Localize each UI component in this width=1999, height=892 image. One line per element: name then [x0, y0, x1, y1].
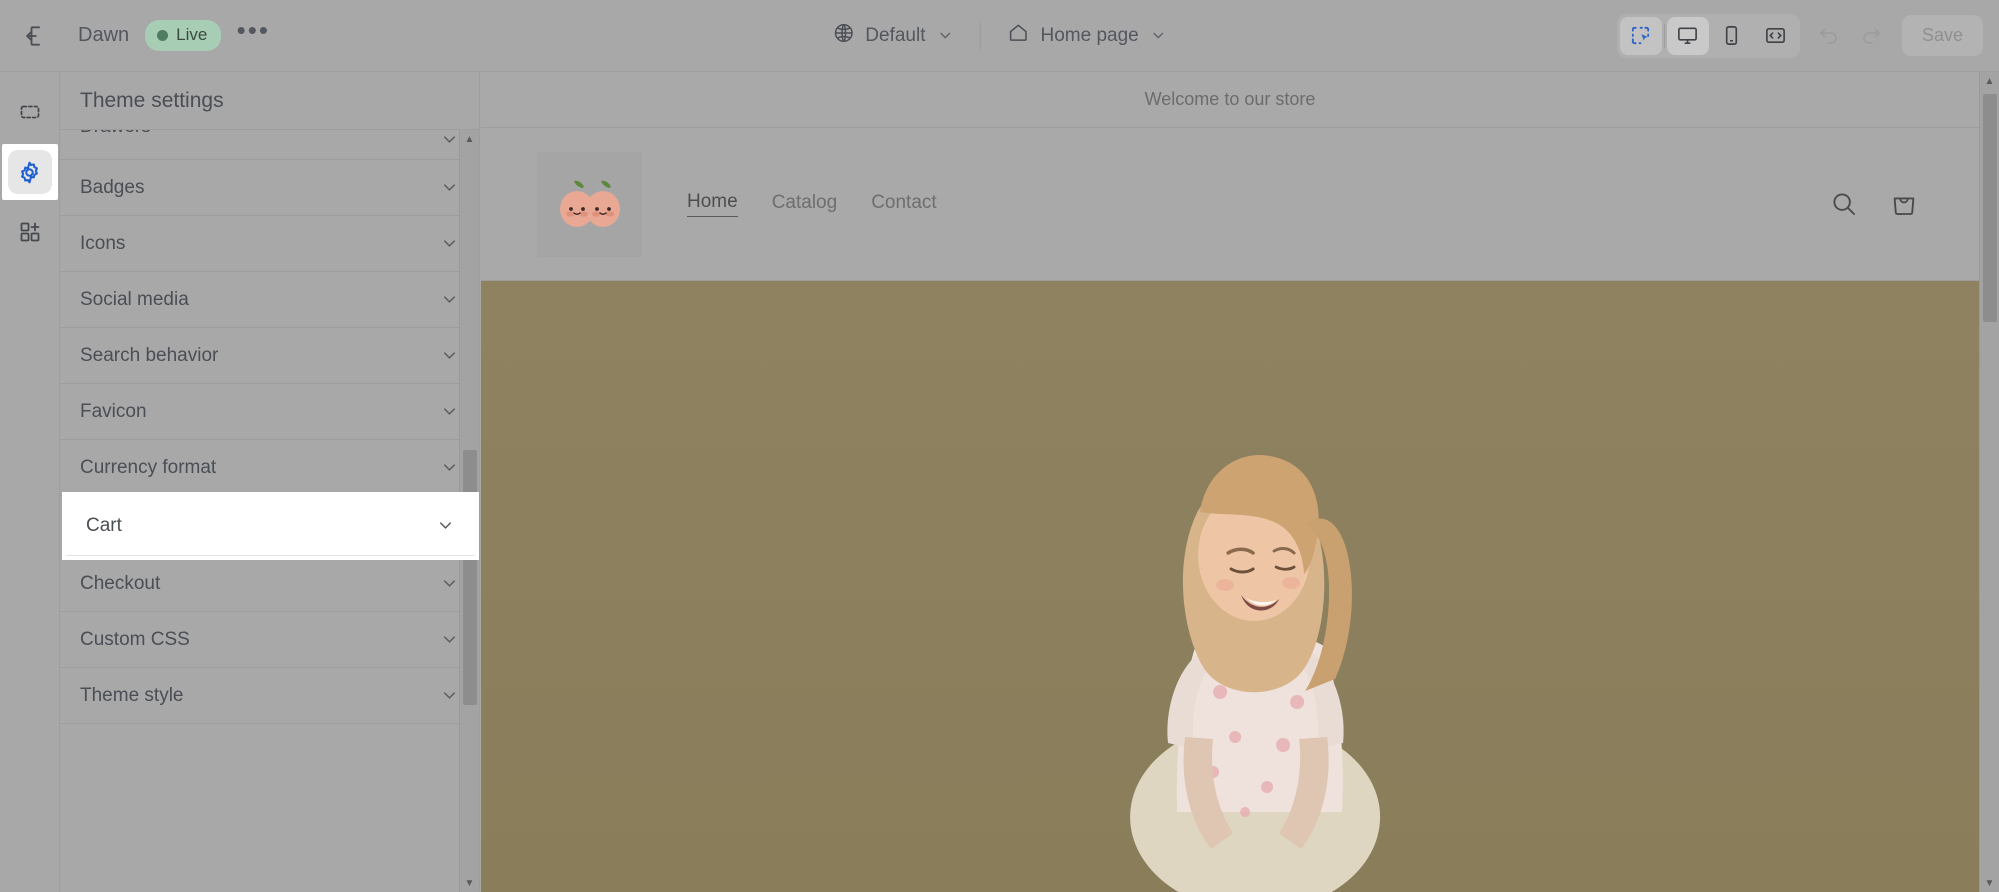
view-toggle-group: [1616, 13, 1800, 58]
setting-row[interactable]: Theme style: [60, 668, 479, 724]
search-icon[interactable]: [1829, 189, 1859, 219]
chevron-down-icon: [440, 130, 459, 149]
chevron-down-icon: [936, 27, 953, 44]
setting-row-label: Theme style: [80, 684, 184, 706]
nav-link-contact[interactable]: Contact: [871, 192, 936, 217]
gear-icon: [7, 150, 52, 194]
chevron-down-icon: [440, 346, 459, 365]
setting-row[interactable]: Social media: [60, 272, 479, 328]
status-badge-label: Live: [176, 25, 208, 44]
store-preview: Welcome to our store Home Catalog Contac…: [481, 72, 1979, 892]
header-icons: [1829, 189, 1919, 219]
chevron-down-icon: [436, 516, 455, 535]
market-selector-label: Default: [865, 24, 926, 46]
top-bar-right: Save: [1616, 13, 1983, 58]
setting-row-label: Drawers: [80, 130, 151, 138]
setting-row-label: Checkout: [80, 572, 161, 594]
scroll-up-arrow-icon[interactable]: ▲: [1980, 72, 1999, 90]
fullwidth-view-button[interactable]: [1755, 17, 1797, 55]
scroll-down-arrow-icon[interactable]: ▼: [1980, 874, 1999, 892]
status-badge: Live: [145, 20, 222, 51]
chevron-down-icon: [440, 686, 459, 705]
setting-row[interactable]: Drawers: [60, 130, 479, 160]
two-peaches-logo-icon: [559, 180, 620, 227]
scroll-up-arrow-icon[interactable]: ▲: [460, 130, 479, 148]
chevron-down-icon: [440, 290, 459, 309]
top-bar-left: Dawn Live •••: [0, 14, 275, 58]
chevron-down-icon: [440, 630, 459, 649]
left-rail: [0, 72, 60, 892]
nav-link-home[interactable]: Home: [687, 191, 738, 217]
page-selector[interactable]: Home page: [994, 13, 1178, 58]
theme-settings-panel: Theme settings Drawers Badges Icons Social …: [60, 72, 480, 892]
setting-row[interactable]: Search behavior: [60, 328, 479, 384]
setting-row[interactable]: Badges: [60, 160, 479, 216]
live-dot-icon: [157, 29, 169, 41]
store-header: Home Catalog Contact: [481, 128, 1979, 281]
setting-row[interactable]: Currency format: [60, 440, 479, 496]
divider: [979, 22, 981, 49]
setting-row-label: Cart: [86, 514, 122, 536]
sidebar-item-settings[interactable]: [1, 144, 58, 200]
setting-row-label: Icons: [80, 232, 126, 254]
preview-scroll-thumb[interactable]: [1983, 94, 1997, 322]
panel-scroll-thumb[interactable]: [463, 450, 477, 705]
desktop-view-button[interactable]: [1666, 16, 1709, 55]
setting-row[interactable]: Custom CSS: [60, 612, 479, 668]
setting-row-label: Currency format: [80, 456, 217, 478]
shopping-bag-icon[interactable]: [1889, 189, 1919, 219]
more-menu-button[interactable]: •••: [231, 14, 275, 58]
store-logo[interactable]: [537, 151, 642, 257]
chevron-down-icon: [440, 402, 459, 421]
scroll-down-arrow-icon[interactable]: ▼: [460, 874, 479, 892]
globe-icon: [832, 22, 854, 50]
setting-row-label: Custom CSS: [80, 628, 190, 650]
divider: [1663, 23, 1665, 48]
hero-model-image: [1130, 454, 1381, 892]
chevron-down-icon: [440, 178, 459, 197]
theme-name: Dawn: [78, 24, 130, 46]
market-selector[interactable]: Default: [820, 14, 965, 58]
home-icon: [1006, 21, 1029, 50]
chevron-down-icon: [1150, 27, 1167, 44]
chevron-down-icon: [440, 234, 459, 253]
mobile-view-button[interactable]: [1711, 17, 1753, 55]
chevron-down-icon: [440, 574, 459, 593]
undo-button[interactable]: [1808, 15, 1850, 57]
inspector-toggle-button[interactable]: [1619, 16, 1662, 55]
setting-row[interactable]: Checkout: [60, 556, 479, 612]
preview-scrollbar[interactable]: ▲ ▼: [1979, 72, 1999, 892]
top-bar-center: Default Home page: [820, 14, 1178, 58]
setting-row-label: Badges: [80, 176, 145, 198]
store-navigation: Home Catalog Contact: [687, 191, 937, 217]
exit-icon[interactable]: [16, 14, 60, 58]
redo-button[interactable]: [1850, 15, 1892, 57]
sidebar-item-apps[interactable]: [8, 210, 52, 254]
setting-row-label: Favicon: [80, 400, 147, 422]
hero-banner[interactable]: [481, 281, 1979, 892]
announcement-bar: Welcome to our store: [481, 72, 1979, 128]
theme-editor: Dawn Live ••• Default Home page Save The…: [0, 0, 1999, 892]
panel-header: Theme settings: [60, 72, 479, 130]
nav-link-catalog[interactable]: Catalog: [772, 192, 838, 217]
setting-row[interactable]: Cart: [62, 492, 479, 560]
setting-row-label: Search behavior: [80, 344, 219, 366]
setting-row[interactable]: Favicon: [60, 384, 479, 440]
setting-row[interactable]: Icons: [60, 216, 479, 272]
page-title: Theme settings: [80, 88, 224, 112]
page-selector-label: Home page: [1040, 24, 1139, 46]
setting-row-label: Social media: [80, 288, 189, 310]
chevron-down-icon: [440, 458, 459, 477]
sidebar-item-sections[interactable]: [8, 90, 52, 134]
save-button[interactable]: Save: [1901, 15, 1983, 56]
top-bar: Dawn Live ••• Default Home page Save: [0, 0, 1999, 72]
settings-list: Drawers Badges Icons Social media Search beh…: [60, 130, 479, 892]
